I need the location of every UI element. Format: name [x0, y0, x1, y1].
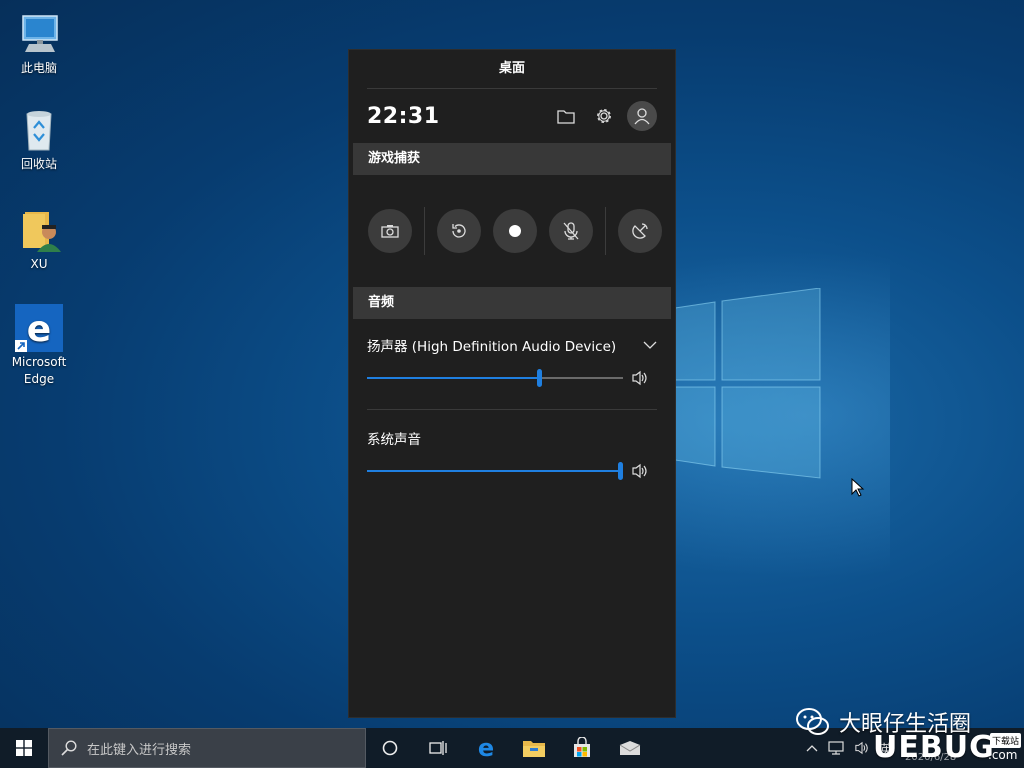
slider-track[interactable] [367, 462, 623, 480]
cortana-icon [382, 740, 398, 756]
mail-icon [619, 741, 641, 755]
user-avatar-icon[interactable] [627, 101, 657, 131]
volume-icon[interactable] [854, 741, 870, 755]
broadcast-button[interactable] [618, 209, 662, 253]
slider-fill [367, 470, 623, 472]
folder-icon[interactable] [551, 101, 581, 131]
slider-thumb[interactable] [618, 462, 623, 480]
taskbar-file-explorer[interactable] [510, 728, 558, 768]
volume-icon[interactable] [631, 463, 649, 479]
mouse-cursor-icon [851, 478, 865, 497]
speaker-volume-slider[interactable] [349, 363, 675, 393]
store-icon [574, 737, 590, 757]
search-icon [61, 740, 77, 756]
desktop-icon-user-folder[interactable]: XU [6, 206, 72, 273]
desktop-icon-label: XU [30, 257, 48, 271]
watermark-tag: 下载站 [990, 733, 1022, 748]
broadcast-icon [632, 223, 648, 239]
recycle-bin-icon [15, 106, 63, 154]
gear-icon[interactable] [589, 101, 619, 131]
cortana-button[interactable] [366, 728, 414, 768]
user-folder-icon [15, 206, 63, 254]
desktop-icon-label: 回收站 [20, 157, 57, 171]
speaker-label: 扬声器 (High Definition Audio Device) [367, 339, 617, 355]
mic-muted-icon [563, 222, 579, 240]
taskbar-edge[interactable]: e [462, 728, 510, 768]
camera-icon [381, 225, 399, 238]
wechat-icon [796, 708, 829, 735]
slider-track[interactable] [367, 369, 623, 387]
panel-title: 桌面 [498, 61, 525, 76]
clock: 22:31 [367, 103, 440, 129]
screenshot-button[interactable] [368, 209, 412, 253]
watermark-date: 2020/6/28 [905, 752, 957, 763]
desktop-icon-label: Microsoft Edge [11, 355, 67, 386]
taskbar-search-box[interactable]: 在此键入进行搜索 [48, 728, 366, 768]
search-placeholder: 在此键入进行搜索 [87, 742, 192, 758]
windows-logo-wallpaper [674, 288, 821, 479]
record-last-button[interactable] [437, 209, 481, 253]
volume-icon[interactable] [631, 370, 649, 386]
svg-text:e: e [478, 736, 494, 760]
chevron-down-icon[interactable] [643, 341, 657, 349]
desktop-icon-label: 此电脑 [20, 61, 57, 75]
folder-icon [523, 741, 545, 757]
desktop-icon-recycle-bin[interactable]: 回收站 [6, 106, 72, 173]
desktop-icon-this-pc[interactable]: 此电脑 [6, 10, 72, 77]
gamebar-panel: 桌面 22:31 游戏捕获 音频 扬声器 (High Definition Au… [348, 49, 676, 718]
watermark-com: .com [988, 748, 1018, 762]
edge-icon: e [478, 736, 494, 760]
mic-toggle-button[interactable] [549, 209, 593, 253]
slider-thumb[interactable] [537, 369, 542, 387]
desktop-icon-edge[interactable]: e Microsoft Edge [6, 304, 72, 388]
taskbar-mail[interactable] [606, 728, 654, 768]
system-volume-slider[interactable] [349, 456, 675, 486]
task-view-icon [429, 741, 447, 755]
task-view-button[interactable] [414, 728, 462, 768]
audio-section-header: 音频 [353, 287, 671, 319]
start-recording-button[interactable] [493, 209, 537, 253]
capture-section-header: 游戏捕获 [353, 143, 671, 175]
replay-icon [452, 224, 466, 238]
divider [605, 207, 606, 255]
windows-icon [16, 740, 32, 756]
slider-fill [367, 377, 539, 379]
start-button[interactable] [0, 728, 48, 768]
record-icon [509, 225, 521, 237]
divider [424, 207, 425, 255]
system-sound-row: 系统声音 [349, 420, 675, 456]
computer-icon [15, 10, 63, 58]
system-sound-label: 系统声音 [367, 432, 421, 448]
capture-buttons [349, 175, 675, 287]
panel-header: 22:31 [349, 89, 675, 143]
network-icon[interactable] [828, 741, 844, 755]
speaker-device-row[interactable]: 扬声器 (High Definition Audio Device) [349, 327, 675, 363]
edge-icon: e [15, 304, 63, 352]
taskbar-store[interactable] [558, 728, 606, 768]
chevron-up-icon[interactable] [806, 744, 818, 752]
svg-text:e: e [27, 309, 51, 350]
